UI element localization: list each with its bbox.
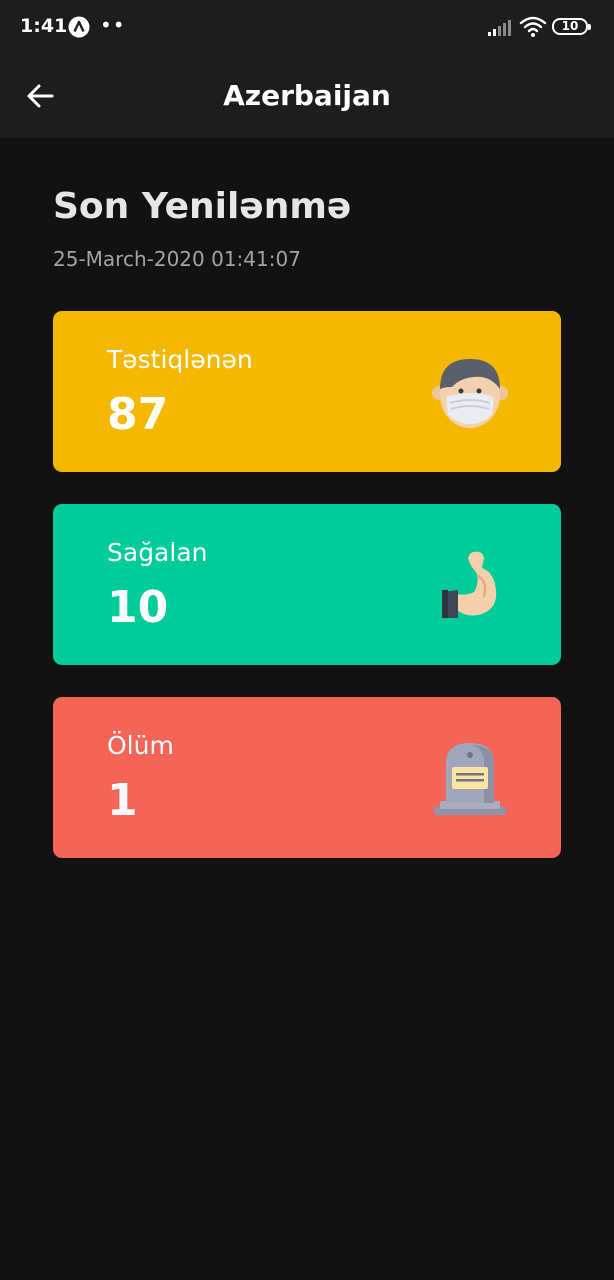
wifi-icon — [519, 16, 547, 37]
deaths-count: 1 — [107, 775, 138, 826]
deaths-card[interactable]: Ölüm 1 — [53, 697, 561, 858]
status-bar: 1:41 •• 10 — [0, 0, 614, 56]
notification-dots: •• — [100, 13, 126, 37]
app-bar: Azerbaijan — [0, 56, 614, 138]
deaths-label: Ölüm — [107, 731, 174, 760]
last-update-timestamp: 25-March-2020 01:41:07 — [53, 247, 301, 271]
status-time: 1:41 — [20, 15, 68, 37]
tombstone-icon — [434, 743, 506, 815]
recovered-count: 10 — [107, 582, 169, 633]
masked-person-icon — [432, 359, 508, 428]
recovered-label: Sağalan — [107, 538, 208, 567]
battery-icon: 10 — [552, 18, 591, 35]
recovered-card[interactable]: Sağalan 10 — [53, 504, 561, 665]
page-title: Azerbaijan — [223, 79, 391, 112]
signal-icon — [488, 20, 511, 36]
confirmed-count: 87 — [107, 389, 169, 440]
confirmed-label: Təstiqlənən — [107, 345, 253, 374]
battery-level: 10 — [561, 19, 579, 33]
confirmed-card[interactable]: Təstiqlənən 87 — [53, 311, 561, 472]
flexed-arm-icon — [442, 551, 497, 618]
app-notification-icon — [68, 16, 90, 38]
last-update-heading: Son Yenilənmə — [53, 186, 352, 227]
